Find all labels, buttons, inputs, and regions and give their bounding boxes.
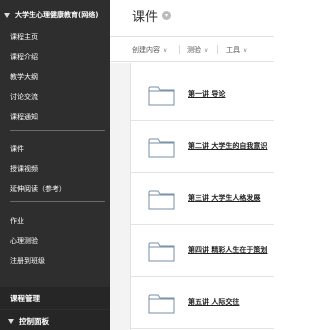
folder-title[interactable]: 第四讲 精彩人生在于策划 [188, 245, 267, 255]
sidebar-divider [10, 201, 105, 202]
nav-announcements[interactable]: 课程通知 [10, 112, 38, 122]
tools-menu[interactable]: 工具 ∨ [226, 45, 247, 55]
create-content-menu[interactable]: 创建内容 ∨ [132, 45, 167, 55]
folder-list: 第一讲 导论 第二讲 大学生的自我意识 第三讲 大学生人格发展 第四讲 精彩人生… [130, 63, 274, 330]
nav-psych-tests[interactable]: 心理测验 [10, 236, 38, 246]
chevron-down-icon: ∨ [204, 46, 209, 54]
control-panel-header[interactable]: 控制面板 [0, 310, 110, 330]
action-toolbar: 创建内容 ∨ 测验 ∨ 工具 ∨ [110, 36, 274, 62]
folder-item[interactable]: 第一讲 导论 [131, 69, 274, 121]
folder-title[interactable]: 第五讲 人际交往 [188, 297, 239, 307]
nav-discussion[interactable]: 讨论交流 [10, 92, 38, 102]
course-sidebar: 大学生心理健康教育(网络) 课程主页 课程介绍 教学大纲 讨论交流 课程通知 课… [0, 0, 110, 330]
folder-title[interactable]: 第一讲 导论 [188, 89, 225, 99]
nav-lecture-videos[interactable]: 授课视频 [10, 164, 38, 174]
nav-extended-reading[interactable]: 延伸阅读（参考） [10, 184, 66, 194]
folder-item[interactable]: 第五讲 人际交往 [131, 277, 274, 329]
control-panel-label: 控制面板 [19, 316, 49, 326]
chevron-down-icon: ∨ [163, 46, 168, 54]
create-content-label: 创建内容 [132, 46, 160, 54]
folder-title[interactable]: 第二讲 大学生的自我意识 [188, 141, 267, 151]
tests-menu[interactable]: 测验 ∨ [187, 45, 208, 55]
folder-icon [148, 242, 175, 262]
course-title: 大学生心理健康教育(网络) [15, 11, 99, 19]
tests-label: 测验 [187, 46, 201, 54]
course-management-header[interactable]: 课程管理 [0, 287, 110, 309]
folder-icon [148, 86, 175, 106]
toolbar-separator [217, 45, 218, 54]
sidebar-divider [10, 130, 105, 131]
nav-courseware[interactable]: 课件 [10, 144, 24, 154]
main-content: 课件 ▾ 创建内容 ∨ 测验 ∨ 工具 ∨ 第一讲 导论 第二讲 大学生的自我意… [110, 0, 274, 330]
nav-syllabus[interactable]: 教学大纲 [10, 72, 38, 82]
nav-assignments[interactable]: 作业 [10, 216, 24, 226]
triangle-down-icon [8, 318, 14, 324]
course-management-label: 课程管理 [10, 293, 40, 303]
triangle-down-icon [4, 12, 10, 18]
nav-course-home[interactable]: 课程主页 [10, 32, 38, 42]
page-title-row: 课件 ▾ [132, 6, 172, 25]
folder-item[interactable]: 第二讲 大学生的自我意识 [131, 121, 274, 173]
chevron-down-icon: ∨ [243, 46, 248, 54]
course-menu-header[interactable]: 大学生心理健康教育(网络) [0, 8, 110, 22]
folder-icon [148, 294, 175, 314]
folder-item[interactable]: 第四讲 精彩人生在于策划 [131, 225, 274, 277]
page-title: 课件 [132, 10, 159, 25]
folder-icon [148, 138, 175, 158]
nav-register-class[interactable]: 注册到班级 [10, 256, 45, 266]
folder-item[interactable]: 第三讲 大学生人格发展 [131, 173, 274, 225]
nav-course-intro[interactable]: 课程介绍 [10, 52, 38, 62]
toolbar-separator [179, 45, 180, 54]
folder-title[interactable]: 第三讲 大学生人格发展 [188, 193, 260, 203]
chevron-down-icon[interactable]: ▾ [162, 11, 172, 20]
content-area: 第一讲 导论 第二讲 大学生的自我意识 第三讲 大学生人格发展 第四讲 精彩人生… [110, 63, 274, 330]
tools-label: 工具 [226, 46, 240, 54]
folder-icon [148, 190, 175, 210]
